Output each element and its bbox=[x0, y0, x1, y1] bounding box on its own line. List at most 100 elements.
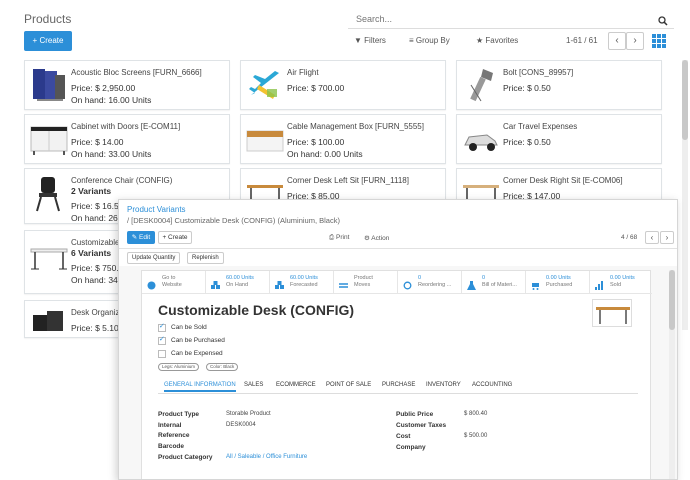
smart-value: 60.00 Units bbox=[290, 275, 318, 281]
smart-button-purchased[interactable]: 0.00 Units Purchased bbox=[526, 271, 590, 294]
create-button[interactable]: + Create bbox=[24, 31, 72, 51]
kanban-view-icon[interactable] bbox=[652, 34, 666, 48]
barcode-field[interactable] bbox=[226, 443, 326, 451]
action-button[interactable]: ⚙ Action bbox=[364, 234, 389, 242]
product-onhand: On hand: 26 bbox=[71, 213, 118, 223]
print-button[interactable]: ⎙ Print bbox=[329, 234, 349, 242]
smart-button-on-hand[interactable]: 60.00 Units On Hand bbox=[206, 271, 270, 294]
divider bbox=[119, 248, 677, 249]
pager-next-button[interactable]: › bbox=[626, 32, 644, 50]
internal-reference-field[interactable]: DESK0004 bbox=[226, 422, 256, 428]
smart-label: Sold bbox=[610, 282, 622, 288]
can-be-sold-checkbox[interactable] bbox=[158, 322, 166, 332]
groupby-label: Group By bbox=[415, 36, 450, 45]
product-title: Customizable Desk (CONFIG) bbox=[158, 302, 355, 318]
product-card[interactable]: Air Flight Price: $ 700.00 bbox=[240, 60, 446, 110]
product-card[interactable]: Acoustic Bloc Screens [FURN_6666] Price:… bbox=[24, 60, 230, 110]
smart-label: Purchased bbox=[546, 282, 573, 288]
can-be-purchased-checkbox[interactable] bbox=[158, 335, 166, 345]
tab-general-information[interactable]: GENERAL INFORMATION bbox=[164, 382, 236, 392]
form-scrollbar[interactable] bbox=[669, 270, 675, 479]
car-icon bbox=[461, 119, 501, 159]
print-icon: ⎙ bbox=[329, 234, 335, 241]
company-field[interactable] bbox=[464, 444, 564, 452]
tab-accounting[interactable]: ACCOUNTING bbox=[472, 382, 512, 388]
flask-icon bbox=[467, 277, 476, 290]
field-label: Public Price bbox=[396, 411, 434, 418]
product-price: Price: $ 5.10 bbox=[71, 323, 119, 333]
product-price: Price: $ 750. bbox=[71, 263, 119, 273]
tab-sales[interactable]: SALES bbox=[244, 382, 263, 388]
tab-purchase[interactable]: PURCHASE bbox=[382, 382, 415, 388]
product-price: Price: $ 14.00 bbox=[71, 137, 124, 147]
product-type-field[interactable]: Storable Product bbox=[226, 411, 271, 417]
smart-button-forecasted[interactable]: 60.00 Units Forecasted bbox=[270, 271, 334, 294]
bar-chart-icon bbox=[595, 277, 604, 290]
exchange-icon bbox=[339, 277, 348, 288]
smart-button-website[interactable]: Go to Website bbox=[142, 271, 206, 294]
product-price: Price: $ 16.50 bbox=[71, 201, 124, 211]
smart-label: Moves bbox=[354, 282, 371, 288]
smart-button-moves[interactable]: Product Moves bbox=[334, 271, 398, 294]
product-name: Cabinet with Doors [E-COM11] bbox=[71, 122, 181, 131]
smart-button-reordering[interactable]: 0 Reordering ... bbox=[398, 271, 462, 294]
field-label: Customer Taxes bbox=[396, 422, 447, 429]
cost-field[interactable]: $ 500.00 bbox=[464, 433, 487, 439]
form-pager-next-button[interactable]: › bbox=[660, 231, 674, 244]
favorites-button[interactable]: ★ Favorites bbox=[476, 36, 518, 45]
update-quantity-button[interactable]: Update Quantity bbox=[127, 252, 181, 264]
tab-inventory[interactable]: INVENTORY bbox=[426, 382, 461, 388]
cubes-icon bbox=[211, 277, 220, 289]
form-pager-value[interactable]: 4 / 68 bbox=[621, 234, 637, 241]
customer-taxes-field[interactable] bbox=[464, 422, 564, 430]
product-name: Cable Management Box [FURN_5555] bbox=[287, 122, 424, 131]
bolt-icon bbox=[461, 65, 501, 105]
product-price: Price: $ 700.00 bbox=[287, 83, 345, 93]
product-card[interactable]: Car Travel Expenses Price: $ 0.50 bbox=[456, 114, 662, 164]
field-label: Barcode bbox=[158, 443, 185, 450]
product-variants: 2 Variants bbox=[71, 186, 112, 196]
product-card[interactable]: Cabinet with Doors [E-COM11] Price: $ 14… bbox=[24, 114, 230, 164]
attribute-tag: Color: Black bbox=[206, 363, 239, 371]
smart-button-sold[interactable]: 0.00 Units Sold bbox=[590, 271, 652, 294]
pager-prev-button[interactable]: ‹ bbox=[608, 32, 626, 50]
pager-value[interactable]: 1-61 / 61 bbox=[566, 36, 598, 45]
product-image[interactable] bbox=[592, 299, 632, 327]
product-variants: 6 Variants bbox=[71, 248, 112, 258]
kanban-scrollbar[interactable] bbox=[682, 60, 688, 330]
product-price: Price: $ 0.50 bbox=[503, 137, 551, 147]
smart-button-bom[interactable]: 0 Bill of Materi... bbox=[462, 271, 526, 294]
form-pager-prev-button[interactable]: ‹ bbox=[645, 231, 659, 244]
search-input[interactable] bbox=[348, 10, 638, 28]
product-name: Customizable bbox=[71, 238, 120, 247]
product-card[interactable]: Bolt [CONS_89957] Price: $ 0.50 bbox=[456, 60, 662, 110]
breadcrumb-parent[interactable]: Product Variants bbox=[127, 205, 186, 214]
search-icon[interactable] bbox=[658, 13, 668, 31]
form-create-button[interactable]: + Create bbox=[158, 231, 192, 244]
can-be-expensed-checkbox[interactable] bbox=[158, 350, 166, 358]
public-price-field[interactable]: $ 800.40 bbox=[464, 411, 487, 417]
product-name: Car Travel Expenses bbox=[503, 122, 578, 131]
smart-value: 0.00 Units bbox=[610, 275, 635, 281]
smart-value: 0.00 Units bbox=[546, 275, 571, 281]
product-name: Bolt [CONS_89957] bbox=[503, 68, 574, 77]
replenish-button[interactable]: Replenish bbox=[187, 252, 224, 264]
gear-icon: ⚙ bbox=[364, 235, 370, 242]
tab-ecommerce[interactable]: ECOMMERCE bbox=[276, 382, 316, 388]
product-onhand: On hand: 34 bbox=[71, 275, 118, 285]
can-be-purchased-label: Can be Purchased bbox=[171, 337, 225, 344]
smart-value: 60.00 Units bbox=[226, 275, 254, 281]
product-name: Air Flight bbox=[287, 68, 319, 77]
groupby-button[interactable]: ≡ Group By bbox=[409, 36, 450, 45]
product-card[interactable]: Cable Management Box [FURN_5555] Price: … bbox=[240, 114, 446, 164]
tab-point-of-sale[interactable]: POINT OF SALE bbox=[326, 382, 371, 388]
organizer-icon bbox=[29, 305, 69, 335]
airplane-icon bbox=[245, 65, 285, 105]
edit-button[interactable]: ✎ Edit bbox=[127, 231, 155, 244]
product-onhand: On hand: 0.00 Units bbox=[287, 149, 363, 159]
smart-label: Website bbox=[162, 282, 182, 288]
smart-label: Forecasted bbox=[290, 282, 318, 288]
search-box bbox=[348, 9, 674, 29]
product-category-field[interactable]: All / Saleable / Office Furniture bbox=[226, 454, 307, 460]
filters-button[interactable]: ▼ Filters bbox=[354, 36, 386, 45]
